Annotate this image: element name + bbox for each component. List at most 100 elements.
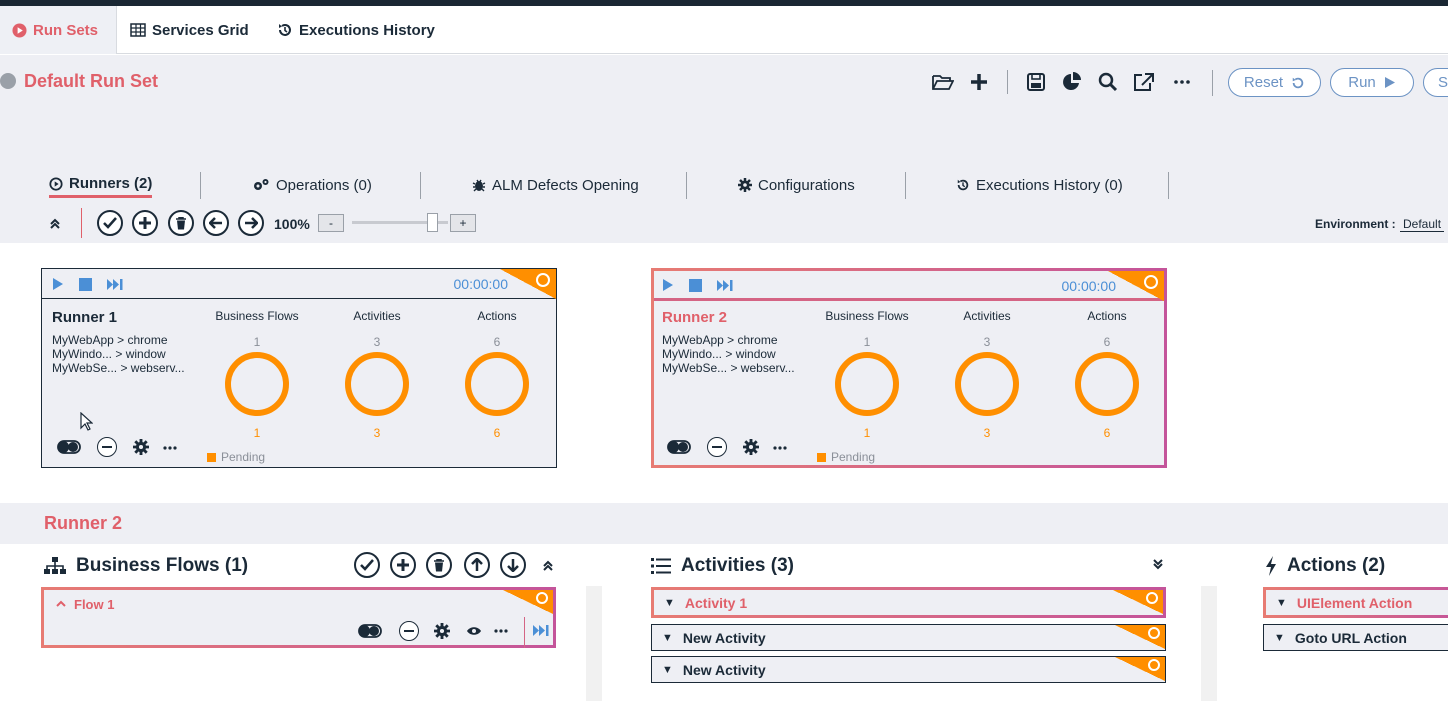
trash-icon	[434, 558, 444, 571]
chevron-down-icon[interactable]: ▼	[1274, 632, 1285, 644]
expand-down-icon[interactable]	[1152, 558, 1164, 570]
toggle-active-icon[interactable]	[357, 624, 383, 638]
tab-executions-history[interactable]: Executions History	[277, 6, 435, 54]
zoom-slider-thumb[interactable]	[426, 213, 438, 232]
continue-icon[interactable]	[532, 624, 549, 637]
stop-button-label: S	[1438, 74, 1448, 91]
tab-alm-defects[interactable]: ALM Defects Opening	[472, 172, 639, 198]
chevron-down-icon[interactable]: ▼	[664, 597, 675, 609]
target-app: MyWebApp > chrome	[52, 333, 168, 347]
stat-total: 3	[983, 335, 991, 349]
tab-executions-history-sub[interactable]: Executions History (0)	[956, 172, 1123, 198]
stat-actions: Actions 6 6	[1057, 309, 1157, 440]
activity-item[interactable]: ▼ New Activity	[651, 656, 1166, 683]
stat-ring	[955, 352, 1019, 416]
history-icon	[957, 179, 969, 191]
chevron-down-icon[interactable]: ▼	[662, 632, 673, 644]
action-item[interactable]: ▼ Goto URL Action	[1263, 624, 1448, 651]
tab-configurations[interactable]: Configurations	[738, 172, 855, 198]
check-all-flows-button[interactable]	[354, 552, 380, 578]
toolbar-divider	[1007, 70, 1008, 94]
eye-icon[interactable]	[466, 626, 482, 636]
check-icon	[360, 559, 374, 571]
stat-pending: 6	[493, 426, 501, 440]
minus-icon	[404, 630, 414, 632]
chevron-up-icon[interactable]	[56, 600, 66, 607]
run-button[interactable]: Run	[1330, 68, 1414, 97]
chevron-down-icon[interactable]: ▼	[662, 664, 673, 676]
environment-label: Environment :	[1315, 217, 1396, 231]
subtab-divider	[1168, 172, 1169, 199]
runner-name: Runner 1	[52, 309, 118, 326]
activity-item[interactable]: ▼ Activity 1	[651, 587, 1166, 618]
run-icon[interactable]	[52, 277, 64, 291]
reset-button-label: Reset	[1243, 74, 1284, 91]
stop-icon[interactable]	[79, 278, 92, 291]
target-app: MyWebSe... > webserv...	[52, 361, 185, 375]
collapse-up-icon[interactable]	[542, 560, 554, 572]
stop-icon[interactable]	[689, 279, 702, 292]
flows-scrollbar[interactable]	[586, 586, 602, 701]
tab-runners[interactable]: Runners (2)	[49, 172, 153, 198]
more-options-icon[interactable]	[163, 446, 177, 450]
environment-select[interactable]: Default	[1400, 217, 1445, 232]
stat-total: 3	[373, 335, 381, 349]
save-icon[interactable]	[1024, 70, 1048, 94]
gear-icon[interactable]	[743, 439, 759, 455]
add-icon[interactable]	[967, 70, 991, 94]
remove-runner-button[interactable]	[707, 437, 727, 457]
tab-run-sets[interactable]: Run Sets	[0, 6, 118, 54]
toggle-active-icon[interactable]	[667, 440, 691, 454]
stat-pending: 3	[373, 426, 381, 440]
move-left-button[interactable]	[203, 210, 229, 236]
grid-icon	[130, 23, 146, 37]
trash-icon	[176, 216, 186, 229]
run-icon[interactable]	[662, 278, 674, 292]
move-up-button[interactable]	[464, 552, 490, 578]
collapse-up-icon[interactable]	[49, 217, 61, 235]
continue-icon[interactable]	[716, 279, 733, 292]
flow-item[interactable]: Flow 1	[41, 587, 556, 648]
runner-target-apps: MyWebApp > chrome MyWindo... > window My…	[662, 333, 795, 375]
delete-flow-button[interactable]	[426, 552, 452, 578]
stat-total: 6	[493, 335, 501, 349]
gear-icon[interactable]	[434, 623, 450, 639]
tab-runners-label: Runners (2)	[69, 175, 153, 192]
toggle-active-icon[interactable]	[57, 440, 81, 454]
move-down-button[interactable]	[500, 552, 526, 578]
tab-executions-history-sub-label: Executions History (0)	[976, 176, 1123, 194]
sitemap-icon	[44, 557, 66, 574]
chevron-down-icon[interactable]: ▼	[1276, 597, 1287, 609]
stop-button[interactable]: S	[1423, 68, 1448, 97]
continue-icon[interactable]	[106, 278, 123, 291]
runner-card[interactable]: 00:00:00 Runner 1 MyWebApp > chrome MyWi…	[41, 268, 557, 468]
pie-chart-icon[interactable]	[1060, 70, 1084, 94]
gear-icon[interactable]	[133, 439, 149, 455]
activities-scrollbar[interactable]	[1201, 586, 1217, 701]
check-all-button[interactable]	[97, 210, 123, 236]
tab-operations[interactable]: Operations (0)	[253, 172, 372, 198]
search-icon[interactable]	[1096, 70, 1120, 94]
more-options-icon[interactable]	[1170, 70, 1194, 94]
remove-runner-button[interactable]	[97, 437, 117, 457]
run-button-label: Run	[1348, 74, 1376, 91]
reset-button[interactable]: Reset	[1228, 68, 1321, 97]
open-folder-icon[interactable]	[931, 70, 955, 94]
move-right-button[interactable]	[238, 210, 264, 236]
more-options-icon[interactable]	[494, 629, 508, 633]
gear-icon	[738, 178, 752, 192]
add-flow-button[interactable]	[390, 552, 416, 578]
zoom-out-button[interactable]: -	[318, 214, 344, 232]
export-icon[interactable]	[1132, 70, 1156, 94]
action-item[interactable]: ▼ UIElement Action	[1263, 587, 1448, 618]
add-runner-button[interactable]	[132, 210, 158, 236]
more-options-icon[interactable]	[773, 446, 787, 450]
tab-operations-label: Operations (0)	[276, 176, 372, 194]
runner-card-selected[interactable]: 00:00:00 Runner 2 MyWebApp > chrome MyWi…	[651, 268, 1167, 468]
delete-runner-button[interactable]	[168, 210, 194, 236]
remove-flow-button[interactable]	[399, 621, 419, 641]
activity-item[interactable]: ▼ New Activity	[651, 624, 1166, 651]
status-label: Pending	[831, 450, 876, 464]
tab-services-grid[interactable]: Services Grid	[130, 6, 249, 54]
zoom-in-button[interactable]: +	[450, 214, 476, 232]
